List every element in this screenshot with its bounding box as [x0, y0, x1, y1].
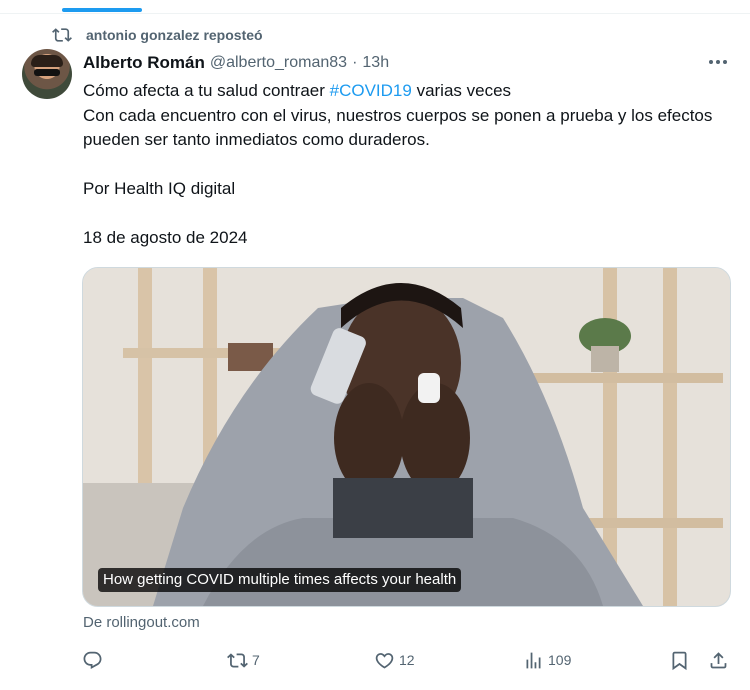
card-caption: How getting COVID multiple times affects… — [98, 568, 462, 592]
tweet-text-span: varias veces — [411, 81, 512, 100]
author-name[interactable]: Alberto Román — [83, 53, 205, 73]
like-count: 12 — [399, 652, 415, 668]
like-button[interactable]: 12 — [374, 648, 415, 672]
share-icon — [710, 651, 727, 668]
more-dot — [723, 60, 727, 64]
heart-icon — [375, 652, 394, 669]
bookmark-button[interactable] — [669, 648, 690, 672]
more-dot — [709, 60, 713, 64]
repost-icon — [227, 652, 248, 668]
repost-context: antonio gonzalez reposteó — [52, 25, 263, 45]
tweet-text: Cómo afecta a tu salud contraer #COVID19… — [83, 79, 723, 251]
views-icon — [526, 652, 541, 668]
link-card[interactable]: How getting COVID multiple times affects… — [82, 267, 731, 607]
share-button[interactable] — [708, 648, 729, 672]
tweet-actions: 7 12 109 — [80, 648, 732, 674]
reply-icon — [83, 651, 102, 669]
views-button[interactable]: 109 — [523, 648, 571, 672]
tweet-line-3: Por Health IQ digital — [83, 179, 236, 198]
tweet-line-1: Cómo afecta a tu salud contraer #COVID19… — [83, 79, 723, 104]
card-source[interactable]: De rollingout.com — [83, 614, 200, 631]
avatar[interactable] — [22, 49, 72, 99]
tweet-text-span: Cómo afecta a tu salud contraer — [83, 81, 330, 100]
separator: · — [352, 54, 358, 71]
repost-icon — [52, 28, 72, 42]
tweet-line-4: 18 de agosto de 2024 — [83, 228, 248, 247]
more-options-button[interactable] — [706, 52, 730, 72]
repost-button[interactable]: 7 — [227, 648, 260, 672]
repost-label[interactable]: antonio gonzalez reposteó — [86, 27, 263, 43]
repost-count: 7 — [252, 652, 260, 668]
views-count: 109 — [548, 652, 572, 668]
avatar-hair — [31, 55, 63, 67]
card-image — [83, 268, 730, 606]
reply-button[interactable] — [82, 648, 107, 672]
more-dot — [716, 60, 720, 64]
tweet-line-2: Con cada encuentro con el virus, nuestro… — [83, 105, 713, 150]
divider — [0, 13, 750, 14]
author-handle[interactable]: @alberto_roman83 — [210, 54, 347, 72]
tweet-header: Alberto Román @alberto_roman83 · 13h — [83, 51, 389, 75]
timestamp[interactable]: 13h — [362, 54, 389, 72]
bookmark-icon — [672, 651, 687, 670]
active-tab-indicator — [62, 8, 142, 12]
hashtag-link[interactable]: #COVID19 — [330, 81, 412, 100]
avatar-sunglasses — [34, 69, 60, 76]
